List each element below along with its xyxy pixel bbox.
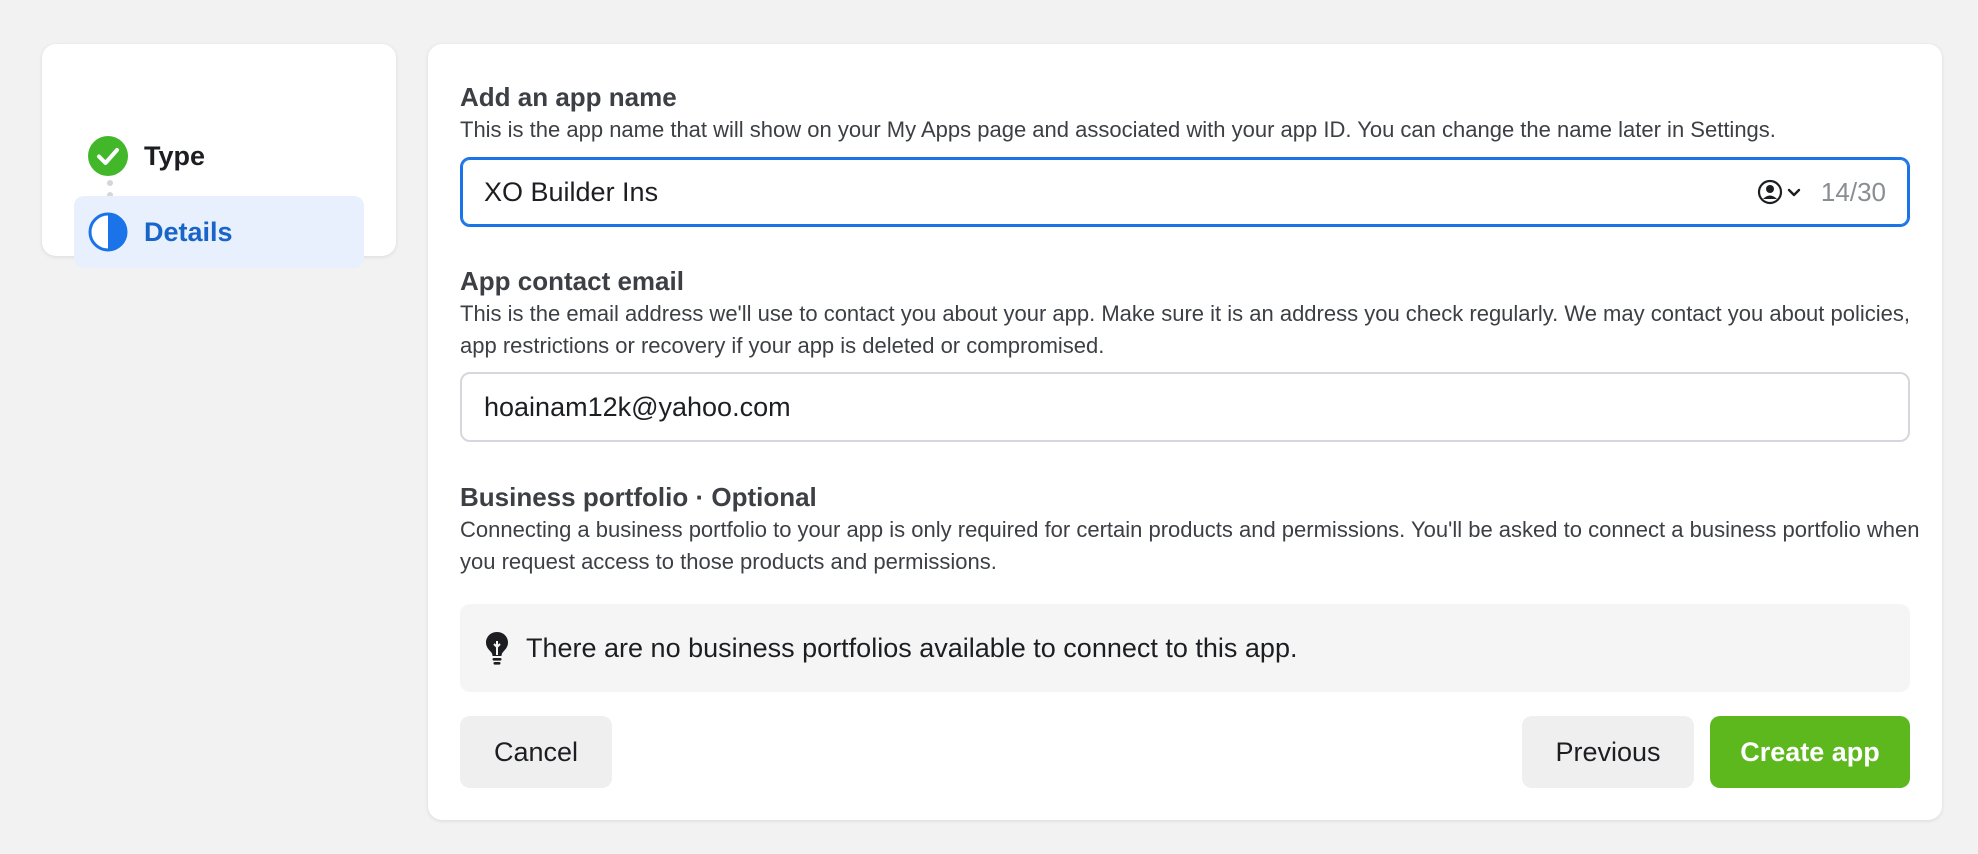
app-name-input[interactable] — [484, 176, 1757, 208]
app-name-title: Add an app name — [460, 82, 677, 112]
character-counter: 14/30 — [1820, 176, 1886, 207]
details-form-panel: Add an app name This is the app name tha… — [428, 44, 1942, 820]
contact-email-input[interactable] — [484, 391, 1886, 423]
contact-email-description: This is the email address we'll use to c… — [460, 301, 1911, 358]
previous-button[interactable]: Previous — [1522, 716, 1694, 788]
step-details-label: Details — [144, 216, 233, 247]
cancel-button[interactable]: Cancel — [460, 716, 612, 788]
contact-email-title: App contact email — [460, 266, 684, 296]
check-circle-icon — [88, 136, 128, 176]
person-circle-icon — [1757, 179, 1783, 205]
half-circle-progress-icon — [88, 212, 128, 252]
app-name-field: 14/30 — [460, 157, 1910, 227]
create-app-button[interactable]: Create app — [1710, 716, 1910, 788]
step-type-label: Type — [144, 140, 206, 171]
step-details[interactable]: Details — [74, 196, 364, 268]
stepper-panel: Type Details — [42, 44, 396, 268]
step-type[interactable]: Type — [74, 120, 364, 192]
step-connector-dot — [107, 180, 113, 186]
no-portfolios-notice: There are no business portfolios availab… — [460, 604, 1910, 692]
chevron-down-icon — [1787, 188, 1801, 197]
business-portfolio-description: Connecting a business portfolio to your … — [460, 517, 1920, 574]
lightbulb-icon — [486, 632, 508, 665]
audience-selector[interactable] — [1757, 179, 1803, 205]
contact-email-field — [460, 372, 1910, 442]
business-portfolio-title: Business portfolio · Optional — [460, 482, 817, 512]
no-portfolios-text: There are no business portfolios availab… — [526, 632, 1298, 663]
app-name-description: This is the app name that will show on y… — [460, 117, 1776, 142]
